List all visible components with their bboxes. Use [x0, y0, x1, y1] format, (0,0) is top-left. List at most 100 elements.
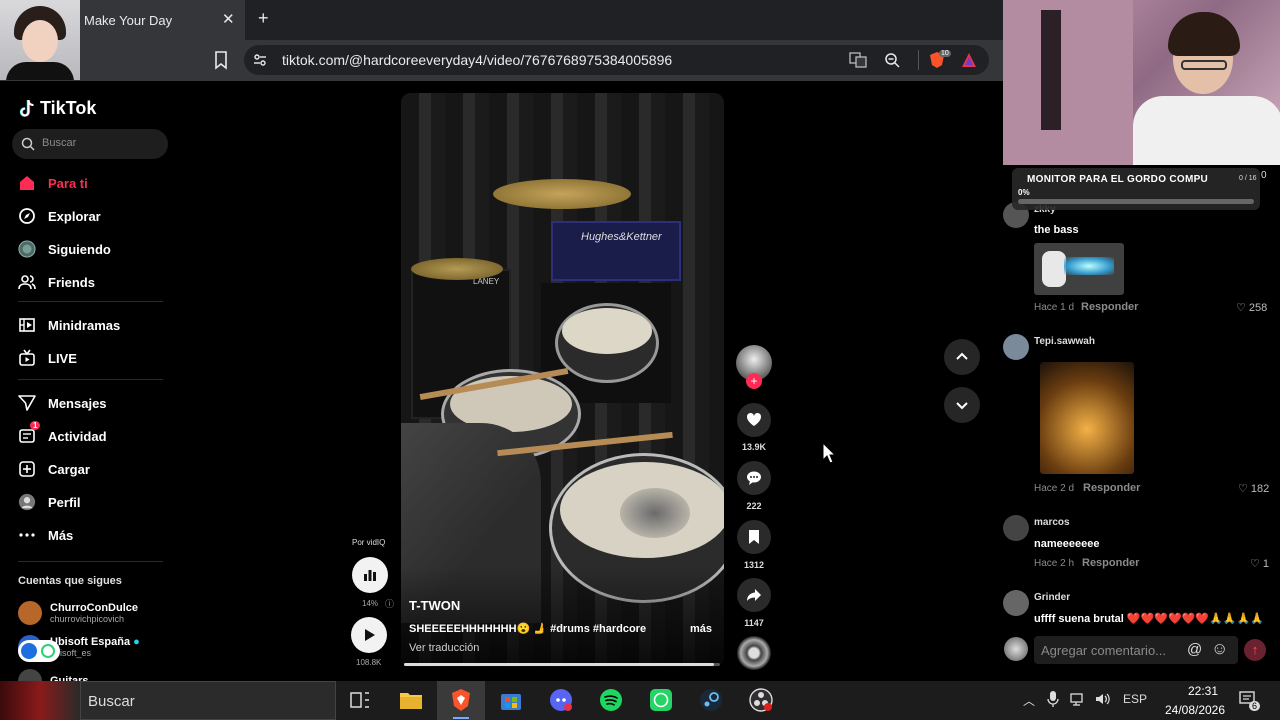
comment-time: Hace 2 h [1034, 558, 1075, 569]
comment-like-button[interactable]: ♡ 258 [1236, 301, 1268, 315]
brave-browser-icon[interactable] [448, 687, 474, 713]
video-progress-bar[interactable] [404, 663, 720, 666]
reply-button[interactable]: Responder [1083, 482, 1140, 494]
nav-label: Cargar [48, 461, 90, 477]
vidiq-stats-button[interactable] [352, 557, 388, 593]
translate-link[interactable]: Ver traducción [409, 642, 479, 654]
comment-like-count: 258 [1248, 301, 1268, 314]
spotify-icon[interactable] [598, 687, 624, 713]
zoom-out-icon[interactable] [884, 52, 900, 68]
like-button[interactable] [737, 403, 771, 437]
reply-button[interactable]: Responder [1082, 557, 1139, 569]
volume-icon[interactable] [1095, 691, 1111, 707]
whatsapp-icon[interactable] [648, 687, 674, 713]
friends-icon [18, 273, 36, 291]
nav-label: LIVE [48, 350, 77, 366]
nav-item-minidramas[interactable]: Minidramas [18, 313, 168, 337]
nav-item-perfil[interactable]: Perfil [18, 490, 168, 514]
nav-item-cargar[interactable]: Cargar [18, 457, 168, 481]
nav-item-mensajes[interactable]: Mensajes [18, 391, 168, 415]
cam-glasses [1181, 60, 1227, 70]
nav-item-friends[interactable]: Friends [18, 270, 168, 294]
site-info-icon[interactable] [252, 52, 268, 68]
comment-sticker-image [1040, 362, 1134, 474]
following-handle: churrovichpicovich [50, 614, 125, 624]
nav-label: Friends [48, 274, 95, 290]
share-button[interactable] [737, 578, 771, 612]
send-comment-button[interactable]: ↑ [1244, 639, 1266, 661]
send-icon [18, 394, 36, 412]
emoji-icon[interactable]: ☺ [1211, 639, 1228, 659]
bookmark-icon[interactable] [212, 50, 230, 70]
comment-button[interactable] [737, 461, 771, 495]
tiktok-logo[interactable]: TikTok [18, 98, 96, 119]
clock-time[interactable]: 22:31 [1173, 684, 1233, 698]
translate-icon[interactable] [849, 52, 867, 68]
hihat [411, 258, 503, 280]
url-text[interactable]: tiktok.com/@hardcoreeveryday4/video/7676… [282, 52, 672, 68]
comment-avatar[interactable] [1003, 334, 1029, 360]
nav-item-siguiendo[interactable]: Siguiendo [18, 237, 168, 261]
sidebar-divider [18, 561, 163, 562]
nav-item-mas[interactable]: Más [18, 523, 168, 547]
comment-like-button[interactable]: ♡ 182 [1238, 482, 1269, 496]
task-view-icon[interactable] [347, 687, 373, 713]
clock-date[interactable]: 24/08/2026 [1157, 703, 1233, 717]
nav-label: Explorar [48, 208, 101, 224]
following-account-churrocondulce[interactable]: ChurroConDulce churrovichpicovich [18, 601, 138, 625]
comment-text: nameeeeeee [1034, 538, 1100, 550]
streamer-webcam-left [0, 0, 80, 80]
play-button[interactable] [351, 617, 387, 653]
video-description: SHEEEEEHHHHHHH😮 🫸 #drums #hardcore ... [409, 623, 649, 635]
description-more-link[interactable]: más [690, 623, 712, 635]
comment-username[interactable]: Tepi.sawwah [1034, 336, 1095, 347]
comment-avatar[interactable] [1003, 590, 1029, 616]
following-avatar-icon [18, 240, 36, 258]
previous-video-button[interactable] [944, 339, 980, 375]
nav-item-actividad[interactable]: 1 Actividad [18, 421, 168, 448]
comment-username[interactable]: marcos [1034, 517, 1070, 528]
microsoft-store-icon[interactable] [498, 687, 524, 713]
follow-button[interactable]: + [746, 373, 762, 389]
music-disc-icon[interactable] [737, 636, 771, 670]
reply-button[interactable]: Responder [1081, 301, 1138, 313]
discord-icon[interactable] [548, 687, 574, 713]
steam-icon[interactable] [698, 687, 724, 713]
new-tab-button[interactable]: + [258, 8, 269, 29]
nav-item-para-ti[interactable]: Para ti [18, 171, 168, 195]
keyboard-language[interactable]: ESP [1123, 692, 1147, 706]
tiktok-sidebar: TikTok Buscar Para ti Explorar Siguiendo… [0, 81, 175, 693]
comment-like-count: 1 [1262, 557, 1269, 570]
video-author[interactable]: T-TWON [409, 598, 460, 613]
search-input[interactable]: Buscar [12, 129, 168, 159]
network-icon[interactable] [1070, 691, 1086, 707]
chevron-down-icon [956, 402, 968, 410]
avatar [18, 601, 42, 625]
nav-item-explorar[interactable]: Explorar [18, 204, 168, 228]
play-circle-icon [21, 643, 37, 659]
file-explorer-icon[interactable] [398, 687, 424, 713]
close-tab-icon[interactable]: ✕ [222, 10, 235, 28]
tray-overflow-icon[interactable]: ︿ [1023, 692, 1035, 709]
info-icon[interactable]: ⓘ [385, 597, 394, 610]
cam-face [22, 20, 58, 62]
save-button[interactable] [737, 520, 771, 554]
upload-plus-icon [18, 460, 36, 478]
obs-studio-icon[interactable] [748, 687, 774, 713]
comment-username[interactable]: Grinder [1034, 592, 1070, 603]
nav-label: Minidramas [48, 317, 121, 333]
comment-like-button[interactable]: ♡ 1 [1250, 557, 1269, 571]
microphone-icon[interactable] [1047, 690, 1059, 708]
drum-head [560, 462, 724, 558]
video-player[interactable]: Hughes&Kettner LANEY [401, 93, 724, 667]
comment-avatar[interactable] [1003, 515, 1029, 541]
like-count: 13.9K [741, 442, 767, 452]
cam-hair [1168, 12, 1240, 56]
sticker-glow [1064, 257, 1114, 275]
brave-rewards-icon[interactable] [961, 52, 977, 68]
nav-item-live[interactable]: LIVE [18, 346, 168, 370]
mention-icon[interactable]: @ [1187, 641, 1202, 658]
nav-label: Actividad [48, 428, 107, 444]
next-video-button[interactable] [944, 387, 980, 423]
sidebar-divider [18, 379, 163, 380]
